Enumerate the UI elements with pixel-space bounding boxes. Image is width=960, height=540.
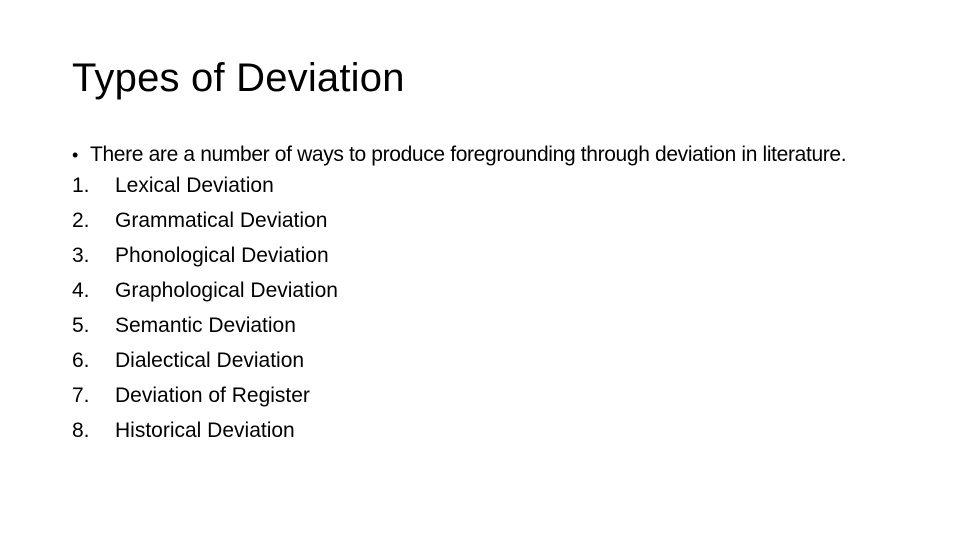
deviation-types-list: 1. Lexical Deviation 2. Grammatical Devi…	[72, 168, 902, 448]
list-item-label: Deviation of Register	[115, 384, 310, 407]
list-item-label: Historical Deviation	[115, 419, 295, 442]
list-item: 1. Lexical Deviation	[72, 168, 902, 203]
slide: Types of Deviation • There are a number …	[0, 0, 960, 540]
list-item-label: Dialectical Deviation	[115, 349, 305, 372]
list-item-number: 4.	[72, 279, 90, 302]
list-item: 2. Grammatical Deviation	[72, 203, 902, 238]
list-item-label: Phonological Deviation	[115, 244, 329, 267]
list-item: 4. Graphological Deviation	[72, 273, 902, 308]
list-item-label: Lexical Deviation	[115, 174, 274, 197]
bullet-icon: •	[72, 145, 79, 165]
slide-body: • There are a number of ways to produce …	[72, 144, 902, 448]
list-item: 3. Phonological Deviation	[72, 238, 902, 273]
intro-text: There are a number of ways to produce fo…	[90, 143, 847, 166]
list-item-number: 1.	[72, 174, 90, 197]
list-item-number: 6.	[72, 349, 90, 372]
list-item-number: 2.	[72, 209, 90, 232]
list-item-label: Semantic Deviation	[115, 314, 296, 337]
list-item-label: Grammatical Deviation	[115, 209, 328, 232]
list-item-number: 8.	[72, 419, 90, 442]
list-item: 5. Semantic Deviation	[72, 308, 902, 343]
list-item-number: 5.	[72, 314, 90, 337]
intro-bullet-paragraph: • There are a number of ways to produce …	[72, 144, 902, 166]
list-item: 8. Historical Deviation	[72, 413, 902, 448]
list-item-number: 3.	[72, 244, 90, 267]
list-item-number: 7.	[72, 384, 90, 407]
list-item: 6. Dialectical Deviation	[72, 343, 902, 378]
list-item-label: Graphological Deviation	[115, 279, 338, 302]
list-item: 7. Deviation of Register	[72, 378, 902, 413]
slide-title: Types of Deviation	[72, 56, 405, 100]
